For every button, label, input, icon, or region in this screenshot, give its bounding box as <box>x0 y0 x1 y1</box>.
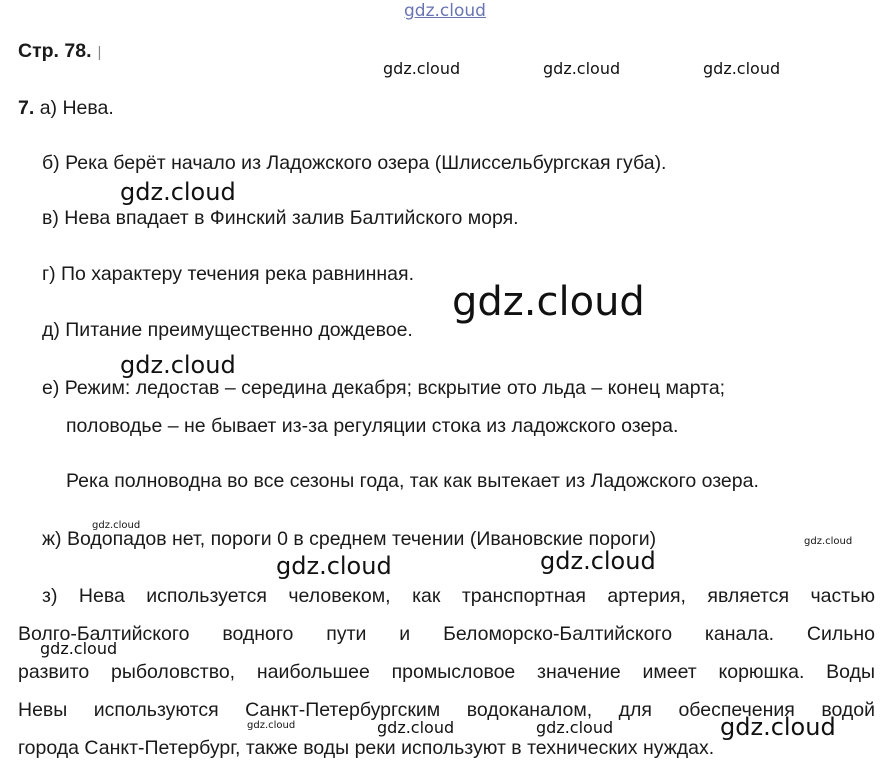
answer-item-zh: ж) Водопадов нет, пороги 0 в среднем теч… <box>42 528 657 550</box>
answer-item-z-line4: Невы используются Санкт-Петербургским во… <box>18 699 875 721</box>
answer-item-e-line3: Река полноводна во все сезоны года, так … <box>66 470 759 492</box>
answer-item-g: г) По характеру течения река равнинная. <box>42 263 415 285</box>
answer-item-d: д) Питание преимущественно дождевое. <box>42 319 413 341</box>
watermark: gdz.cloud <box>276 552 392 580</box>
task-number: 7. <box>18 97 35 119</box>
watermark: gdz.cloud <box>377 718 455 737</box>
watermark: gdz.cloud <box>540 547 656 575</box>
watermark: gdz.cloud <box>383 59 461 78</box>
watermark: gdz.cloud <box>120 178 236 206</box>
answer-item-e-line2: половодье – не бывает из-за регуляции ст… <box>66 415 679 437</box>
watermark-top-link[interactable]: gdz.cloud <box>404 3 486 20</box>
answer-item-z-line2: Волго-Балтийского водного пути и Беломор… <box>18 623 875 645</box>
watermark: gdz.cloud <box>543 59 621 78</box>
answer-item-b: б) Река берёт начало из Ладожского озера… <box>42 152 667 174</box>
watermark: gdz.cloud <box>804 536 853 547</box>
answer-item-a: 7. а) Нева. <box>18 96 114 120</box>
watermark: gdz.cloud <box>120 351 236 379</box>
page-number-label: Стр. 78. <box>18 40 92 62</box>
answer-item-z-line1: з) Нева используется человеком, как тран… <box>42 585 875 607</box>
watermark: gdz.cloud <box>703 59 781 78</box>
text-cursor-mark: | <box>97 44 102 61</box>
watermark: gdz.cloud <box>536 718 614 737</box>
watermark: gdz.cloud <box>452 279 645 325</box>
page-number: Стр. 78. | <box>18 39 101 65</box>
answer-item-z-line3: развито рыболовство, наибольшее промысло… <box>18 661 875 683</box>
answer-item-z-line5: города Санкт-Петербург, также воды реки … <box>18 737 715 759</box>
document-page: gdz.cloud gdz.cloud gdz.cloud gdz.cloud … <box>0 0 885 777</box>
watermark: gdz.cloud <box>247 720 296 731</box>
answer-item-v: в) Нева впадает в Финский залив Балтийск… <box>42 207 519 229</box>
answer-item-a-text: а) Нева. <box>39 97 114 119</box>
answer-item-e-line1: е) Режим: ледостав – середина декабря; в… <box>42 377 726 399</box>
